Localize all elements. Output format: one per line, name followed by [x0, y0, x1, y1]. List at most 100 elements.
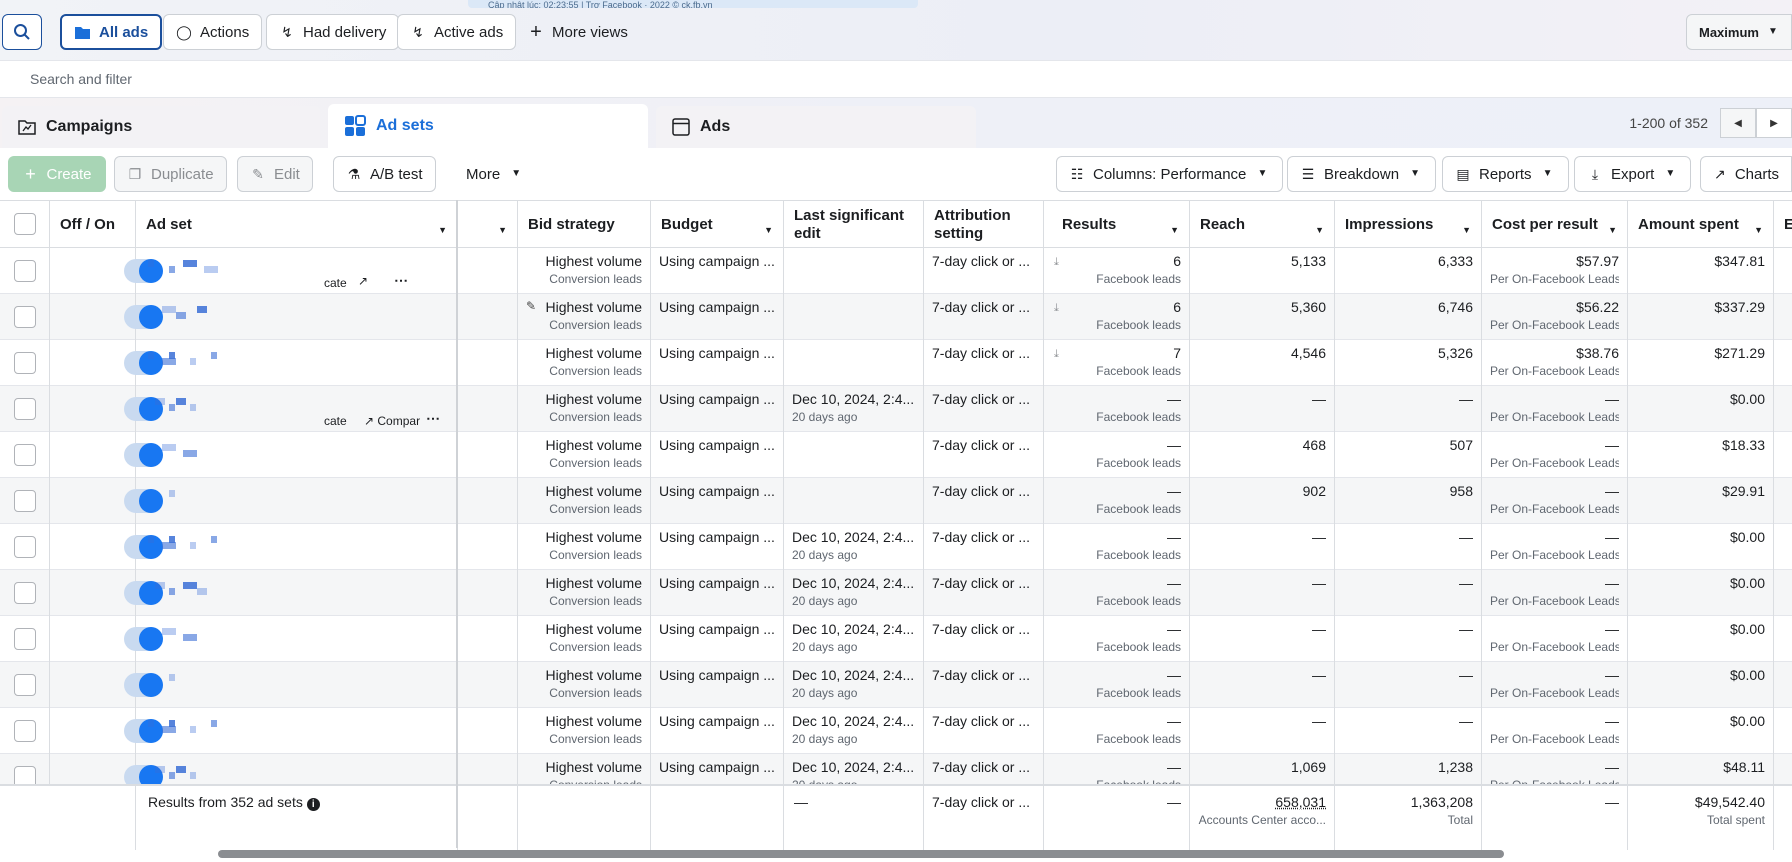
row-quick-action[interactable]: cate [324, 414, 347, 428]
row-checkbox[interactable] [14, 306, 36, 328]
cell-impressions: — [1335, 570, 1482, 616]
col-budget[interactable]: Budget ▼ [651, 201, 784, 249]
edit-button[interactable]: ✎ Edit [237, 156, 313, 192]
ab-test-button[interactable]: ⚗ A/B test [333, 156, 436, 192]
download-icon: ⤓ [1591, 166, 1599, 182]
search-input[interactable]: Search and filter [30, 71, 132, 87]
more-options-icon[interactable]: ⋯ [394, 272, 408, 289]
col-hidden[interactable]: ▼ [458, 201, 518, 249]
cell-hidden [458, 708, 518, 754]
redacted-block [183, 582, 197, 589]
cell-cost-per-result: $38.76 Per On-Facebook Leads [1482, 340, 1628, 386]
compare-action[interactable]: ↗ Compar [364, 414, 420, 428]
search-and-filter-bar[interactable]: Search and filter [0, 60, 1792, 98]
row-checkbox[interactable] [14, 490, 36, 512]
row-checkbox[interactable] [14, 260, 36, 282]
row-checkbox[interactable] [14, 628, 36, 650]
cell-ad-set-name[interactable]: cate ↗ ⋯ [136, 248, 458, 294]
cell-ad-set-name[interactable] [136, 524, 458, 570]
col-ad-set[interactable]: Ad set ▼ [136, 201, 458, 249]
row-checkbox[interactable] [14, 720, 36, 742]
totals-results: — [1044, 786, 1190, 850]
prev-page-button[interactable]: ◀ [1720, 108, 1756, 138]
had-delivery-view[interactable]: ↯ Had delivery [266, 14, 400, 50]
table-row[interactable]: Highest volumeConversion leadsUsing camp… [0, 432, 1792, 478]
table-row[interactable]: ✎ Highest volume Conversion leads Using cam… [0, 294, 1792, 340]
cell-ad-set-name[interactable] [136, 294, 458, 340]
toggle-cell [50, 248, 163, 294]
cell-ad-set-name[interactable] [136, 432, 458, 478]
all-ads-view[interactable]: All ads [60, 14, 163, 50]
lightning-icon: ↯ [412, 24, 424, 40]
col-attribution-setting[interactable]: Attribution setting [924, 201, 1044, 249]
col-results[interactable]: Results ▼ [1044, 201, 1190, 249]
more-button[interactable]: More ▼ [454, 156, 536, 192]
row-checkbox[interactable] [14, 536, 36, 558]
reports-dropdown[interactable]: ▤ Reports ▼ [1442, 156, 1569, 192]
more-views-button[interactable]: + More views [516, 14, 640, 50]
next-page-button[interactable]: ▶ [1756, 108, 1792, 138]
table-row[interactable]: Highest volumeConversion leadsUsing camp… [0, 524, 1792, 570]
tab-ad-sets[interactable]: Ad sets [328, 104, 648, 148]
col-amount-spent[interactable]: Amount spent ▼ [1628, 201, 1774, 249]
row-checkbox[interactable] [14, 444, 36, 466]
search-button[interactable] [2, 14, 42, 50]
redacted-block [169, 720, 175, 727]
row-checkbox[interactable] [14, 582, 36, 604]
pencil-icon[interactable]: ✎ [526, 299, 536, 313]
caret-down-icon: ▼ [1170, 225, 1179, 235]
table-row[interactable]: Highest volumeConversion leadsUsing camp… [0, 662, 1792, 708]
col-impressions[interactable]: Impressions ▼ [1335, 201, 1482, 249]
cell-attribution: 7-day click or ... [924, 524, 1044, 570]
row-checkbox[interactable] [14, 674, 36, 696]
actions-view[interactable]: ◯ Actions [163, 14, 263, 50]
columns-dropdown[interactable]: ☷ Columns: Performance ▼ [1056, 156, 1284, 192]
col-next[interactable]: E [1774, 201, 1792, 249]
row-checkbox[interactable] [14, 398, 36, 420]
charts-button[interactable]: ↗ Charts [1700, 156, 1792, 192]
table-row[interactable]: cate ↗ Compar ⋯ Highest volume Conversion le… [0, 386, 1792, 432]
select-all-checkbox[interactable] [14, 213, 36, 235]
row-checkbox[interactable] [14, 352, 36, 374]
export-dropdown[interactable]: ⤓ Export ▼ [1574, 156, 1692, 192]
table-row[interactable]: Highest volumeConversion leadsUsing camp… [0, 478, 1792, 524]
cell-cost-per-result: $57.97 Per On-Facebook Leads [1482, 248, 1628, 294]
tab-campaigns[interactable]: Campaigns [2, 106, 320, 148]
cell-attribution: 7-day click or ... [924, 708, 1044, 754]
chart-icon[interactable]: ↗ [358, 274, 368, 288]
more-options-icon[interactable]: ⋯ [426, 410, 440, 427]
table-row[interactable]: cate ↗ ⋯ Highest volume Conversion leads Usin… [0, 248, 1792, 294]
duplicate-icon: ❐ [128, 166, 142, 182]
toggle-cell [50, 386, 163, 432]
cell-attribution: 7-day click or ... [924, 340, 1044, 386]
breakdown-dropdown[interactable]: ☰ Breakdown ▼ [1287, 156, 1437, 192]
tab-ads[interactable]: Ads [656, 106, 976, 148]
col-off-on[interactable]: Off / On [50, 201, 136, 249]
col-last-significant-edit[interactable]: Last significant edit [784, 201, 924, 249]
table-row[interactable]: Highest volumeConversion leadsUsing camp… [0, 616, 1792, 662]
cell-bid-strategy: Highest volumeConversion leads [518, 524, 651, 570]
info-icon[interactable]: i [306, 798, 320, 811]
create-button[interactable]: + Create [8, 156, 106, 192]
cell-ad-set-name[interactable]: cate ↗ Compar ⋯ [136, 386, 458, 432]
toggle-cell [50, 340, 163, 386]
row-quick-action[interactable]: cate [324, 276, 347, 290]
cell-budget: Using campaign ... [651, 570, 784, 616]
maximum-dropdown[interactable]: Maximum ▼ [1686, 14, 1792, 50]
cell-ad-set-name[interactable] [136, 340, 458, 386]
table-row[interactable]: Highest volumeConversion leadsUsing camp… [0, 708, 1792, 754]
cell-ad-set-name[interactable] [136, 708, 458, 754]
table-row[interactable]: Highest volumeConversion leadsUsing camp… [0, 570, 1792, 616]
cell-cost-per-result: —Per On-Facebook Leads [1482, 524, 1628, 570]
col-bid-strategy[interactable]: Bid strategy [518, 201, 651, 249]
duplicate-button[interactable]: ❐ Duplicate [114, 156, 227, 192]
horizontal-scrollbar[interactable] [218, 850, 1504, 858]
cell-ad-set-name[interactable] [136, 570, 458, 616]
col-cost-per-result[interactable]: Cost per result ▼ [1482, 201, 1628, 249]
active-ads-view[interactable]: ↯ Active ads [397, 14, 517, 50]
cell-ad-set-name[interactable] [136, 662, 458, 708]
col-reach[interactable]: Reach ▼ [1190, 201, 1335, 249]
table-row[interactable]: Highest volumeConversion leadsUsing camp… [0, 340, 1792, 386]
cell-ad-set-name[interactable] [136, 478, 458, 524]
cell-ad-set-name[interactable] [136, 616, 458, 662]
